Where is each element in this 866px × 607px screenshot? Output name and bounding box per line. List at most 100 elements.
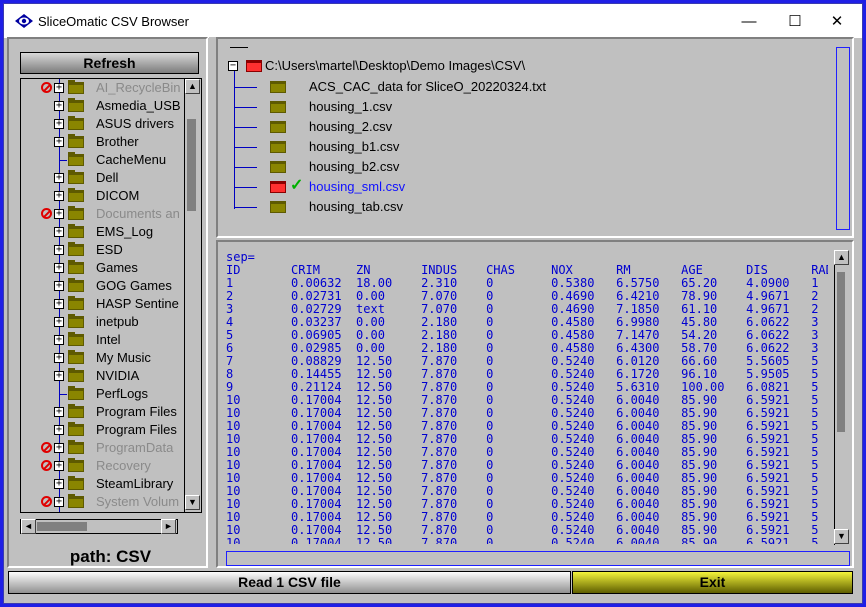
tree-scroll-left-button[interactable]: ◄ bbox=[21, 519, 36, 534]
dir-branch-line bbox=[235, 107, 257, 108]
tree-item[interactable]: + SteamLibrary bbox=[21, 475, 183, 493]
file-folder-icon bbox=[270, 161, 286, 173]
expand-icon[interactable]: + bbox=[54, 497, 64, 507]
folder-icon bbox=[68, 278, 84, 292]
open-folder-icon bbox=[246, 60, 262, 72]
expand-icon[interactable]: + bbox=[54, 263, 64, 273]
tree-item[interactable]: + AI_RecycleBin bbox=[21, 79, 183, 97]
tree-item[interactable]: + Asmedia_USB bbox=[21, 97, 183, 115]
check-icon: ✓ bbox=[290, 177, 304, 194]
file-item[interactable]: housing_b1.csv bbox=[222, 137, 822, 157]
expand-icon[interactable]: + bbox=[54, 317, 64, 327]
tree-item[interactable]: + HASP Sentine bbox=[21, 295, 183, 313]
expand-icon[interactable]: + bbox=[54, 245, 64, 255]
tree-item[interactable]: + Brother bbox=[21, 133, 183, 151]
csv-scroll-thumb[interactable] bbox=[837, 272, 845, 432]
expand-icon[interactable]: + bbox=[54, 119, 64, 129]
tree-item-label: My Music bbox=[96, 350, 151, 365]
tree-item[interactable]: + ProgramData bbox=[21, 439, 183, 457]
file-item[interactable]: ✓ housing_sml.csv bbox=[222, 177, 822, 197]
expand-icon[interactable]: + bbox=[54, 299, 64, 309]
folder-icon bbox=[68, 80, 84, 94]
tree-vertical-scrollbar[interactable]: ▲ ▼ bbox=[184, 79, 201, 512]
expand-icon[interactable]: + bbox=[54, 371, 64, 381]
tree-item[interactable]: CacheMenu bbox=[21, 151, 183, 169]
tree-item-label: Games bbox=[96, 260, 138, 275]
tree-item-label: ProgramData bbox=[96, 440, 174, 455]
file-item[interactable]: ACS_CAC_data for SliceO_20220324.txt bbox=[222, 77, 822, 97]
expand-icon[interactable]: + bbox=[54, 479, 64, 489]
expand-icon[interactable]: + bbox=[54, 443, 64, 453]
tree-item[interactable]: + System Volum bbox=[21, 493, 183, 511]
read-csv-button[interactable]: Read 1 CSV file bbox=[8, 571, 571, 594]
panel-splitter[interactable] bbox=[209, 37, 216, 568]
tree-item[interactable]: + Intel bbox=[21, 331, 183, 349]
collapse-icon[interactable]: − bbox=[228, 61, 238, 71]
file-item[interactable]: housing_tab.csv bbox=[222, 197, 822, 217]
expand-icon[interactable]: + bbox=[54, 137, 64, 147]
csv-vertical-scrollbar[interactable]: ▲ ▼ bbox=[834, 250, 849, 545]
refresh-button[interactable]: Refresh bbox=[20, 52, 199, 74]
expand-icon[interactable]: + bbox=[54, 461, 64, 471]
tree-item[interactable]: + NVIDIA bbox=[21, 367, 183, 385]
tree-item-label: ASUS drivers bbox=[96, 116, 175, 131]
expand-icon[interactable]: + bbox=[54, 83, 64, 93]
tree-horizontal-scrollbar[interactable]: ◄ ► bbox=[20, 519, 178, 534]
expand-icon[interactable]: + bbox=[54, 407, 64, 417]
folder-icon bbox=[68, 332, 84, 346]
restricted-icon bbox=[41, 208, 52, 219]
expand-icon[interactable]: + bbox=[54, 191, 64, 201]
folder-icon bbox=[68, 458, 84, 472]
tree-item[interactable]: + Games bbox=[21, 259, 183, 277]
tree-item-label: Program Files bbox=[96, 404, 177, 419]
expand-icon[interactable]: + bbox=[54, 353, 64, 363]
tree-item[interactable]: + inetpub bbox=[21, 313, 183, 331]
minimize-button[interactable]: — bbox=[726, 4, 772, 38]
file-item[interactable]: housing_2.csv bbox=[222, 117, 822, 137]
file-name-label: ACS_CAC_data for SliceO_20220324.txt bbox=[309, 79, 547, 94]
dir-branch-line bbox=[235, 207, 257, 208]
tree-item[interactable]: + GOG Games bbox=[21, 277, 183, 295]
file-name-label: housing_b1.csv bbox=[309, 139, 400, 154]
expand-icon[interactable]: + bbox=[54, 101, 64, 111]
folder-icon bbox=[68, 476, 84, 490]
exit-button[interactable]: Exit bbox=[572, 571, 853, 594]
file-name-label: housing_2.csv bbox=[309, 119, 393, 134]
expand-icon[interactable]: + bbox=[54, 335, 64, 345]
csv-scroll-up-button[interactable]: ▲ bbox=[834, 250, 849, 265]
tree-item[interactable]: + Dell bbox=[21, 169, 183, 187]
root-folder-row[interactable]: − C:\Users\martel\Desktop\Demo Images\CS… bbox=[222, 57, 822, 77]
file-item[interactable]: housing_1.csv bbox=[222, 97, 822, 117]
tree-item[interactable]: + Recovery bbox=[21, 457, 183, 475]
tree-item[interactable]: + ASUS drivers bbox=[21, 115, 183, 133]
tree-item[interactable]: + EMS_Log bbox=[21, 223, 183, 241]
maximize-button[interactable]: ☐ bbox=[772, 4, 818, 38]
tree-item-label: DICOM bbox=[96, 188, 140, 203]
expand-icon[interactable]: + bbox=[54, 281, 64, 291]
expand-icon[interactable]: + bbox=[54, 227, 64, 237]
csv-horizontal-scrollbar[interactable] bbox=[226, 551, 850, 566]
csv-scroll-down-button[interactable]: ▼ bbox=[834, 529, 849, 544]
tree-item[interactable]: + My Music bbox=[21, 349, 183, 367]
folder-icon bbox=[68, 224, 84, 238]
tree-item[interactable]: + ESD bbox=[21, 241, 183, 259]
tree-item[interactable]: + Documents an bbox=[21, 205, 183, 223]
expand-icon[interactable]: + bbox=[54, 173, 64, 183]
tree-item[interactable]: + DICOM bbox=[21, 187, 183, 205]
tree-item[interactable]: + Program Files bbox=[21, 403, 183, 421]
file-item[interactable]: housing_b2.csv bbox=[222, 157, 822, 177]
dir-vertical-scrollbar[interactable] bbox=[836, 47, 850, 230]
window-title: SliceOmatic CSV Browser bbox=[38, 14, 189, 29]
expand-icon[interactable]: + bbox=[54, 209, 64, 219]
tree-scroll-thumb[interactable] bbox=[187, 119, 196, 211]
tree-scroll-right-button[interactable]: ► bbox=[161, 519, 176, 534]
tree-hscroll-thumb[interactable] bbox=[37, 522, 87, 531]
tree-scroll-down-button[interactable]: ▼ bbox=[185, 495, 200, 510]
tree-scroll-up-button[interactable]: ▲ bbox=[185, 79, 200, 94]
expand-icon[interactable]: + bbox=[54, 425, 64, 435]
tree-item-label: EMS_Log bbox=[96, 224, 154, 239]
tree-item[interactable]: + Program Files bbox=[21, 421, 183, 439]
restricted-icon bbox=[41, 496, 52, 507]
close-button[interactable]: ✕ bbox=[814, 4, 860, 38]
tree-item[interactable]: PerfLogs bbox=[21, 385, 183, 403]
